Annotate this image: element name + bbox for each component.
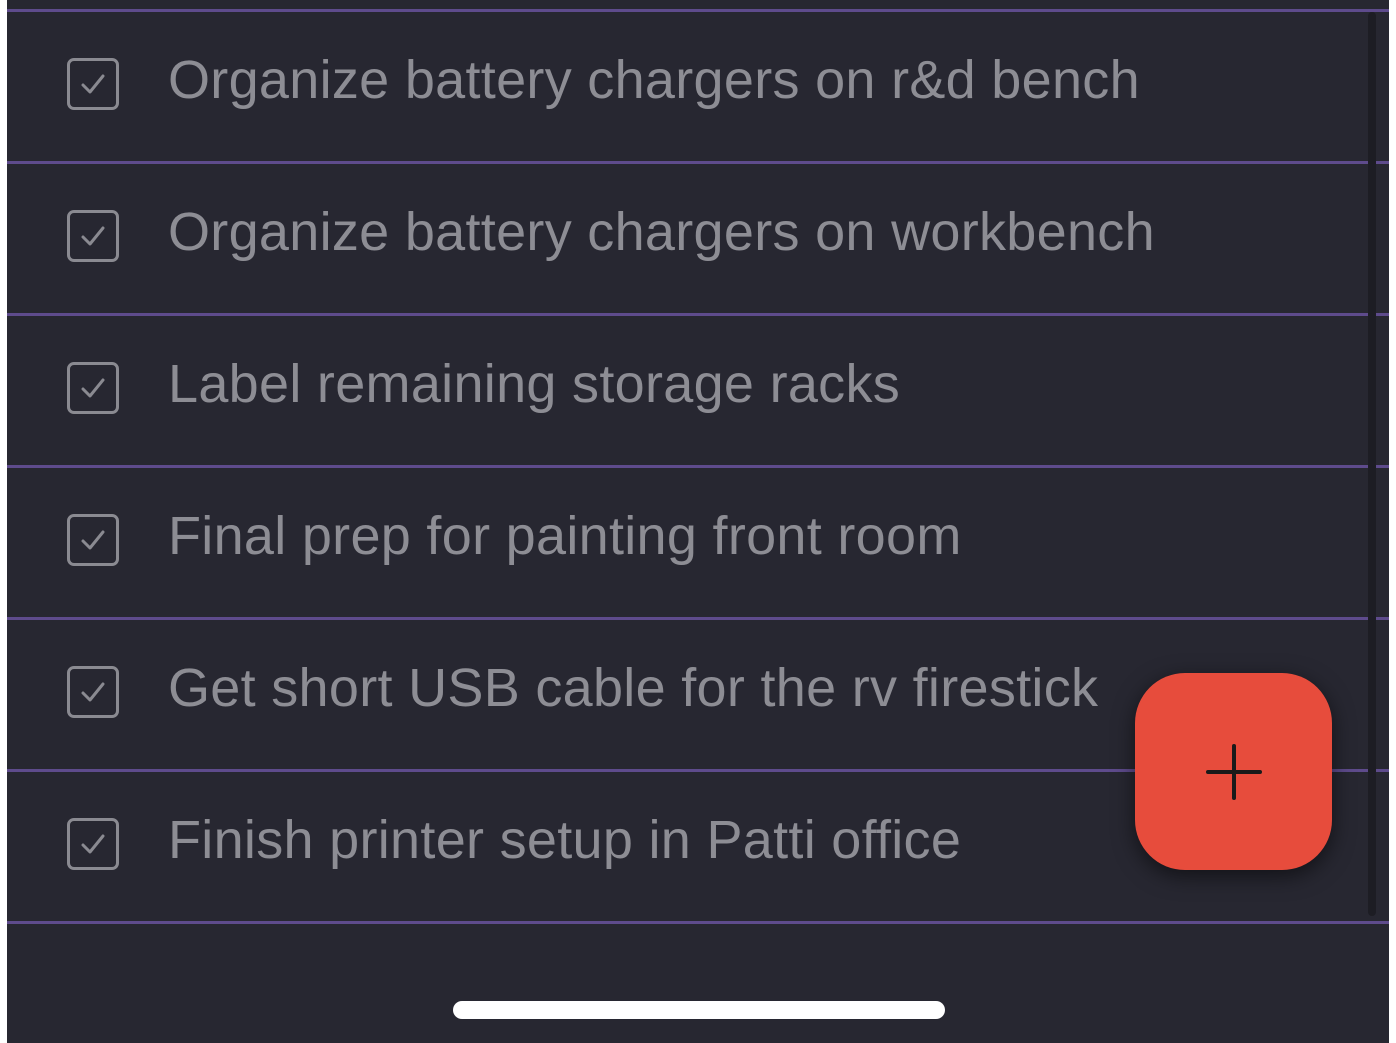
list-item[interactable]: Label remaining storage racks — [7, 316, 1389, 468]
task-list-screen: Organize battery chargers on r&d bench O… — [7, 0, 1389, 1043]
checkmark-icon — [81, 226, 105, 246]
add-task-button[interactable] — [1135, 673, 1332, 870]
checkbox[interactable] — [67, 666, 119, 718]
task-label: Final prep for painting front room — [168, 506, 962, 566]
plus-icon — [1205, 743, 1262, 800]
task-label: Organize battery chargers on r&d bench — [168, 50, 1140, 110]
list-item[interactable]: Organize battery chargers on r&d bench — [7, 12, 1389, 164]
checkbox[interactable] — [67, 58, 119, 110]
checkmark-icon — [81, 682, 105, 702]
list-item[interactable]: Organize battery chargers on workbench — [7, 164, 1389, 316]
checkmark-icon — [81, 378, 105, 398]
task-label: Get short USB cable for the rv firestick — [168, 658, 1099, 718]
checkmark-icon — [81, 74, 105, 94]
checkbox[interactable] — [67, 818, 119, 870]
checkmark-icon — [81, 530, 105, 550]
task-label: Organize battery chargers on workbench — [168, 202, 1155, 262]
task-label: Label remaining storage racks — [168, 354, 901, 414]
list-item[interactable]: Final prep for painting front room — [7, 468, 1389, 620]
checkbox[interactable] — [67, 210, 119, 262]
checkbox[interactable] — [67, 514, 119, 566]
checkbox[interactable] — [67, 362, 119, 414]
home-indicator[interactable] — [453, 1001, 945, 1019]
checkmark-icon — [81, 834, 105, 854]
task-label: Finish printer setup in Patti office — [168, 810, 962, 870]
scrollbar[interactable] — [1368, 12, 1376, 916]
